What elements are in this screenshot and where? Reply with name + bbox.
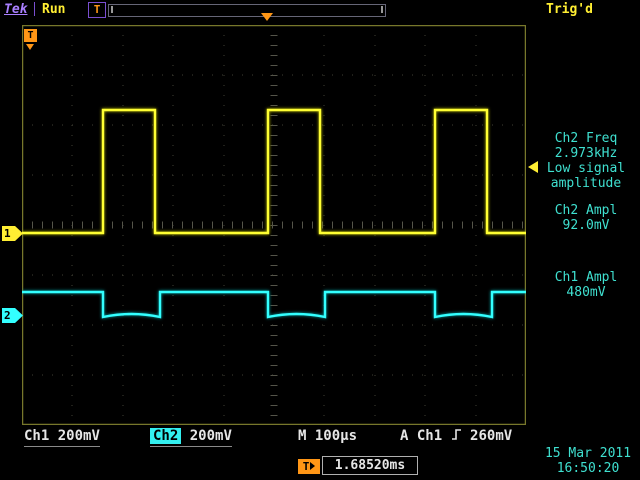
header-divider [34,2,35,16]
trigger-time-marker: T [24,29,37,42]
ch1-scale-readout: Ch1 200mV [24,428,100,447]
ch2-label-selected: Ch2 [150,428,181,444]
date-text: 15 Mar 2011 [538,446,638,461]
trigger-time-chip-label: T [303,460,310,473]
ch2-scale-readout: Ch2 200mV [150,428,232,447]
ch1-label: Ch1 [24,428,49,444]
ch2-ground-marker: 2 [2,308,23,323]
ch1-scale: 200mV [58,428,100,444]
trigger-status: Trig'd [546,2,593,17]
measurement-note: Low signal [534,161,638,176]
ch2-scale: 200mV [190,428,232,444]
record-left-tick [111,6,113,13]
record-view-bar [108,4,386,17]
datetime: 15 Mar 2011 16:50:20 [538,446,638,476]
measurement-value: 92.0mV [534,218,638,233]
ch1-ground-marker: 1 [2,226,23,241]
trigger-mode: A [400,428,408,444]
measurement-label: Ch1 Ampl [534,270,638,285]
trigger-source: Ch1 [417,428,442,444]
measurement-ch2-freq: Ch2 Freq 2.973kHz Low signal amplitude [534,131,638,191]
trigger-position-arrow-icon [261,13,273,21]
measurement-value: 2.973kHz [534,146,638,161]
measurement-ch1-ampl: Ch1 Ampl 480mV [534,270,638,300]
trigger-time-value: 1.68520ms [322,456,418,475]
right-arrow-icon [310,462,315,470]
measurement-ch2-ampl: Ch2 Ampl 92.0mV [534,203,638,233]
record-right-tick [381,6,383,13]
time-text: 16:50:20 [538,461,638,476]
graticule [22,25,526,425]
measurement-label: Ch2 Ampl [534,203,638,218]
brand-logo: Tek [4,2,27,17]
trigger-marker-chip: T [88,2,106,18]
measurement-value: 480mV [534,285,638,300]
trigger-time-arrow-icon [26,44,34,50]
trigger-time-chip: T [298,459,320,474]
rising-edge-icon [451,428,462,441]
oscilloscope-screen: Tek Run T Trig'd T 1 2 [0,0,640,480]
measurement-note: amplitude [534,176,638,191]
ch1-trace [22,110,526,233]
trigger-level: 260mV [470,428,512,444]
trigger-readout: A Ch1 260mV [400,428,512,444]
measurement-label: Ch2 Freq [534,131,638,146]
timebase-readout: M 100µs [298,428,357,444]
acquisition-status: Run [42,2,65,17]
